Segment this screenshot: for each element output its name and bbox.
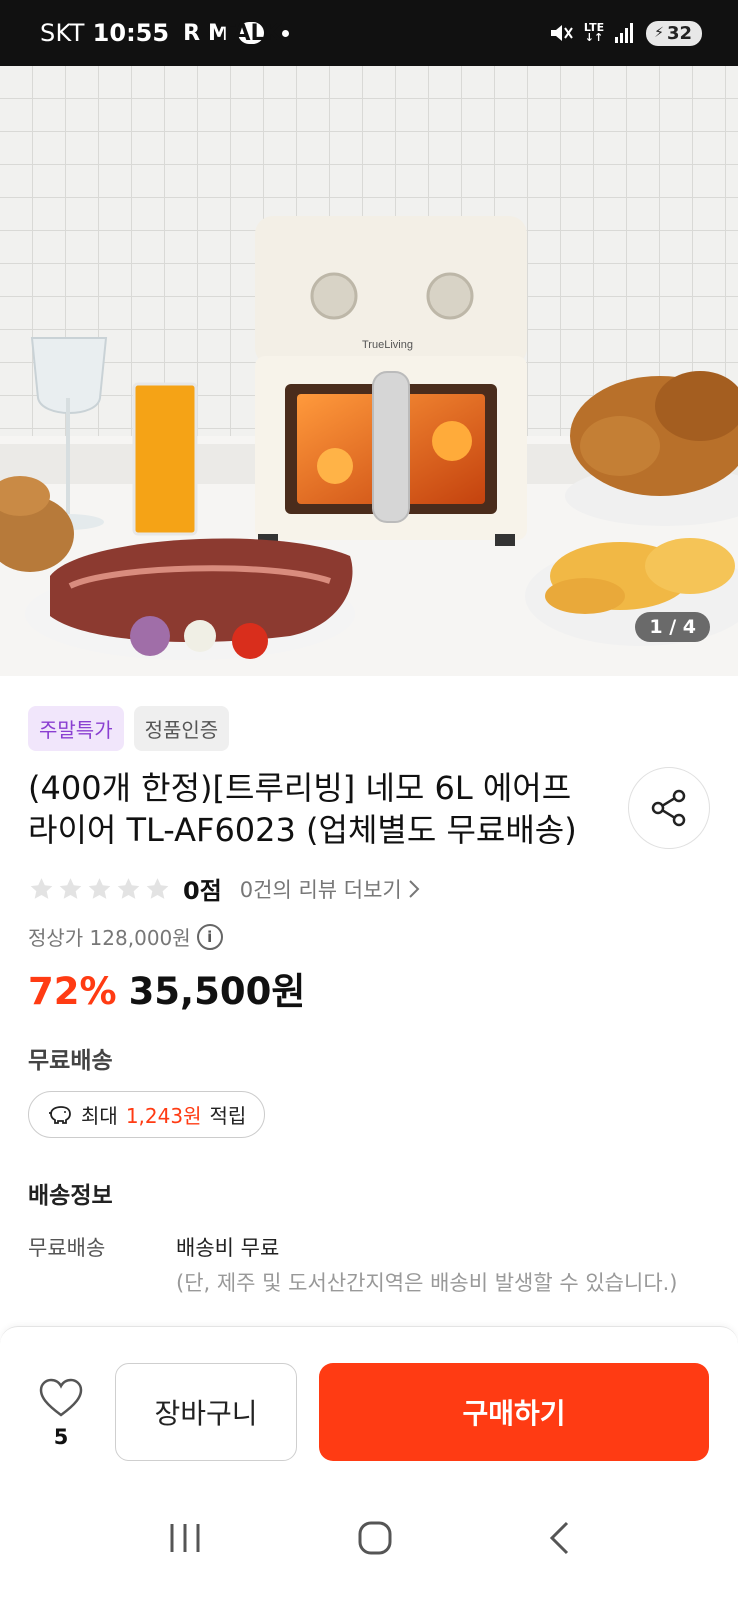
star-rating [28, 876, 171, 902]
points-suffix: 적립 [209, 1104, 247, 1128]
system-icons: LTE ↓↑ ⚡ 32 [548, 20, 702, 46]
heart-icon [39, 1378, 83, 1417]
app-r-icon: R [183, 20, 201, 46]
carrier-label: SKT [40, 19, 85, 47]
shipping-fee: 배송비 무료 [176, 1236, 280, 1260]
star-icon [59, 877, 82, 899]
title-row: (400개 한정)[트루리빙] 네모 6L 에어프라이어 TL-AF6023 (… [28, 767, 710, 851]
image-pager: 1 / 4 [635, 612, 710, 642]
share-button[interactable] [628, 767, 710, 849]
star-icon [146, 877, 169, 899]
review-more-link[interactable]: 0건의 리뷰 더보기 [240, 874, 420, 904]
shipping-note: (단, 제주 및 도서산간지역은 배송비 발생할 수 있습니다.) [176, 1271, 678, 1295]
back-icon[interactable] [547, 1520, 571, 1556]
battery-indicator: ⚡ 32 [646, 20, 702, 46]
clock: 10:55 [92, 19, 170, 47]
product-photo: TrueLiving [0, 66, 738, 676]
points-badge: 최대 1,243원 적립 [28, 1091, 266, 1138]
points-amount: 1,243원 [125, 1104, 202, 1128]
shipping-detail: 배송비 무료 (단, 제주 및 도서산간지역은 배송비 발생할 수 있습니다.) [176, 1232, 686, 1300]
shipping-label: 무료배송 [28, 1236, 106, 1260]
tag-list: 주말특가 정품인증 [28, 706, 710, 751]
product-brand-text: TrueLiving [362, 339, 413, 351]
piggy-bank-icon [49, 1105, 71, 1124]
star-icon [88, 877, 111, 899]
shipping-row: 무료배송 배송비 무료 (단, 제주 및 도서산간지역은 배송비 발생할 수 있… [28, 1232, 710, 1300]
discount-rate: 72% [28, 970, 117, 1013]
battery-level: 32 [666, 22, 692, 44]
product-image-carousel[interactable]: TrueLiving 1 / 4 [0, 66, 738, 676]
price-row: 72% 35,500원 [28, 961, 710, 1015]
sale-price: 35,500원 [128, 970, 306, 1013]
product-title: (400개 한정)[트루리빙] 네모 6L 에어프라이어 TL-AF6023 (… [28, 769, 577, 849]
like-button[interactable]: 5 [36, 1377, 86, 1449]
tag-authentic: 정품인증 [133, 706, 230, 751]
status-bar: SKT 10:55 R M TALK LTE ↓↑ ⚡ 32 [0, 0, 738, 66]
product-info: 주말특가 정품인증 (400개 한정)[트루리빙] 네모 6L 에어프라이어 T… [0, 676, 738, 1300]
rating-row: 0점 0건의 리뷰 더보기 [28, 871, 710, 906]
notification-icons: R M TALK [183, 21, 289, 46]
star-icon [30, 877, 53, 899]
home-icon[interactable] [357, 1520, 393, 1556]
more-notifications-dot [281, 29, 289, 37]
lte-icon: LTE ↓↑ [583, 21, 605, 44]
free-shipping-label: 무료배송 [28, 1048, 113, 1074]
shipping-section-title: 배송정보 [28, 1183, 113, 1209]
buy-now-button[interactable]: 구매하기 [319, 1363, 709, 1461]
star-icon [117, 877, 140, 899]
signal-icon [615, 23, 634, 43]
review-link-label: 0건의 리뷰 더보기 [239, 877, 402, 902]
share-icon [651, 789, 686, 827]
original-price-row: 정상가 128,000원 i [28, 922, 710, 951]
original-price: 정상가 128,000원 [28, 926, 191, 950]
add-to-cart-button[interactable]: 장바구니 [115, 1363, 297, 1461]
purchase-bar: 5 장바구니 구매하기 [0, 1326, 738, 1476]
like-count: 5 [53, 1425, 69, 1449]
mute-icon [550, 25, 573, 41]
tag-weekend-sale: 주말특가 [28, 706, 124, 751]
info-icon[interactable]: i [196, 923, 223, 950]
points-prefix: 최대 [81, 1104, 118, 1128]
kakaotalk-icon: TALK [220, 20, 282, 46]
system-navigation-bar [0, 1476, 738, 1600]
battery-saver-icon: ⚡ [654, 25, 664, 41]
rating-score: 0점 [183, 877, 222, 905]
chevron-right-icon [409, 879, 420, 898]
recent-apps-icon[interactable] [167, 1522, 203, 1554]
